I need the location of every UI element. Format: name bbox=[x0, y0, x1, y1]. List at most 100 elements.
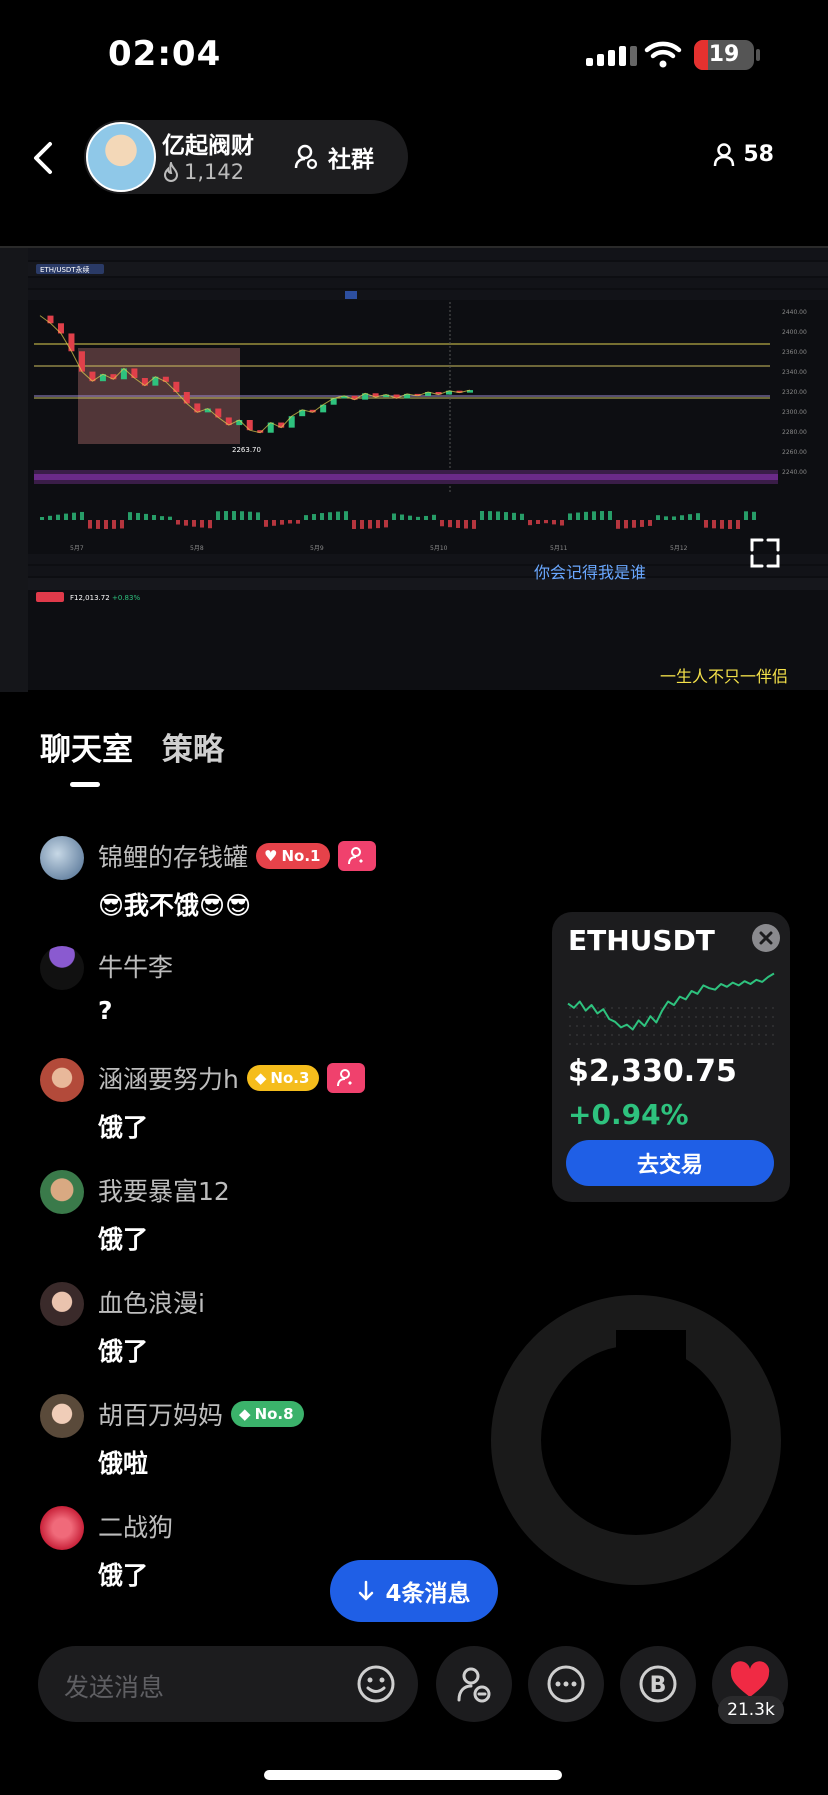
macd-bar bbox=[392, 513, 396, 520]
new-messages-button[interactable]: 4条消息 bbox=[330, 1560, 498, 1622]
follow-user-button[interactable] bbox=[436, 1646, 512, 1722]
fan-club-icon bbox=[327, 1063, 366, 1093]
macd-bar bbox=[144, 513, 148, 520]
avatar[interactable] bbox=[40, 946, 84, 990]
message-username: 牛牛李 bbox=[98, 953, 174, 982]
price-tick-label: 2240.00 bbox=[782, 469, 807, 476]
tab-strategy[interactable]: 策略 bbox=[162, 724, 224, 769]
macd-bar bbox=[616, 520, 620, 529]
rank-badge: ◆ No.8 bbox=[231, 1401, 304, 1427]
host-likes: 1,142 bbox=[162, 160, 244, 184]
ticker-card[interactable]: ETHUSDT $2,330.75 +0.94% 去交易 bbox=[552, 912, 790, 1202]
heart-icon bbox=[730, 1661, 770, 1697]
message-username: 锦鲤的存钱罐 bbox=[98, 843, 249, 872]
macd-bar bbox=[584, 511, 588, 520]
user-minus-icon bbox=[457, 1667, 491, 1703]
flame-icon bbox=[163, 162, 179, 182]
macd-bar bbox=[120, 520, 124, 529]
price-tick-label: 2340.00 bbox=[782, 369, 807, 376]
status-bar: 02:04 19 bbox=[0, 0, 828, 110]
diamond-badge-icon: ◆ bbox=[239, 1405, 251, 1423]
tab-chat[interactable]: 聊天室 bbox=[40, 724, 133, 769]
message-text: ? bbox=[98, 996, 113, 1025]
macd-bar bbox=[344, 511, 348, 520]
home-indicator[interactable] bbox=[264, 1770, 562, 1780]
date-tick-label: 5月11 bbox=[550, 545, 568, 552]
avatar[interactable] bbox=[40, 1506, 84, 1550]
price-tick-label: 2260.00 bbox=[782, 449, 807, 456]
macd-bar bbox=[656, 515, 660, 520]
trade-button[interactable]: 去交易 bbox=[566, 1140, 774, 1186]
chat-message[interactable]: 涵涵要努力h ◆ No.3 饿了 bbox=[40, 1058, 520, 1148]
ticker-sparkline bbox=[567, 972, 775, 1045]
live-stream-video[interactable]: ETH/USDT永续 2440.00 2400.00 2360.00 2340.00 2… bbox=[0, 246, 828, 692]
more-options-button[interactable] bbox=[528, 1646, 604, 1722]
macd-bar bbox=[216, 511, 220, 520]
macd-bar bbox=[320, 513, 324, 520]
macd-bar bbox=[432, 514, 436, 520]
avatar[interactable] bbox=[40, 1058, 84, 1102]
b-coin-icon: B bbox=[639, 1665, 677, 1703]
chat-message[interactable]: 我要暴富12 饿了 bbox=[40, 1170, 520, 1260]
back-arrow-icon[interactable] bbox=[28, 138, 58, 178]
macd-bar bbox=[328, 512, 332, 520]
macd-bar bbox=[464, 520, 468, 529]
macd-bar bbox=[264, 520, 268, 527]
close-card-button[interactable] bbox=[752, 924, 780, 952]
date-tick-label: 5月7 bbox=[70, 545, 84, 552]
macd-bar bbox=[96, 520, 100, 529]
macd-bar bbox=[384, 520, 388, 528]
macd-bar bbox=[480, 511, 484, 520]
message-text: 饿啦 bbox=[98, 1449, 149, 1478]
avatar[interactable] bbox=[40, 1282, 84, 1326]
host-name: 亿起阀财 bbox=[162, 133, 254, 159]
status-time: 02:04 bbox=[108, 34, 222, 74]
macd-bar bbox=[360, 520, 364, 529]
chart-sidebar bbox=[0, 248, 28, 692]
message-input[interactable]: 发送消息 bbox=[38, 1646, 418, 1722]
macd-bar bbox=[672, 516, 676, 520]
emoji-icon[interactable] bbox=[356, 1664, 396, 1704]
host-avatar[interactable] bbox=[86, 122, 156, 192]
price-tick-label: 2320.00 bbox=[782, 389, 807, 396]
svg-text:B: B bbox=[650, 1673, 667, 1698]
macd-bar bbox=[472, 520, 476, 529]
macd-bar bbox=[712, 520, 716, 529]
chat-message[interactable]: 胡百万妈妈 ◆ No.8 饿啦 bbox=[40, 1394, 520, 1484]
macd-bar bbox=[752, 511, 756, 520]
chat-message[interactable]: 血色浪漫i 饿了 bbox=[40, 1282, 520, 1372]
viewer-count[interactable]: 58 bbox=[713, 142, 774, 167]
macd-bar bbox=[408, 515, 412, 520]
avatar[interactable] bbox=[40, 1394, 84, 1438]
macd-bar bbox=[336, 511, 340, 520]
message-text: 饿了 bbox=[98, 1337, 149, 1366]
macd-bar bbox=[504, 512, 508, 520]
low-marker: 2263.70 bbox=[232, 446, 261, 454]
bottom-ticker: F12,013.72 bbox=[70, 594, 110, 602]
macd-bar bbox=[424, 515, 428, 520]
coin-button[interactable]: B bbox=[620, 1646, 696, 1722]
community-button[interactable]: 社群 bbox=[294, 140, 374, 174]
macd-bar bbox=[184, 520, 188, 526]
macd-bar bbox=[80, 511, 84, 520]
macd-bar bbox=[56, 514, 60, 520]
chat-message[interactable]: 锦鲤的存钱罐 ♥ No.1 😎我不饿😎😎 bbox=[40, 836, 520, 926]
macd-bar bbox=[736, 520, 740, 529]
macd-bar bbox=[456, 520, 460, 528]
macd-bar bbox=[280, 520, 284, 525]
avatar[interactable] bbox=[40, 836, 84, 880]
price-axis: 2440.00 2400.00 2360.00 2340.00 2320.00 2300.… bbox=[782, 309, 807, 476]
rank-badge: ♥ No.1 bbox=[256, 843, 331, 869]
macd-bar bbox=[704, 520, 708, 528]
macd-bar bbox=[400, 514, 404, 520]
message-text: 饿了 bbox=[98, 1225, 149, 1254]
macd-bar bbox=[128, 512, 132, 520]
macd-bar bbox=[240, 511, 244, 520]
price-tick-label: 2400.00 bbox=[782, 329, 807, 336]
heart-badge-icon: ♥ bbox=[264, 847, 278, 865]
macd-bar bbox=[600, 511, 604, 520]
lyric-line-1: 你会记得我是谁 bbox=[534, 563, 646, 582]
macd-bar bbox=[304, 515, 308, 520]
avatar[interactable] bbox=[40, 1170, 84, 1214]
chat-message[interactable]: 牛牛李 ? bbox=[40, 946, 520, 1036]
